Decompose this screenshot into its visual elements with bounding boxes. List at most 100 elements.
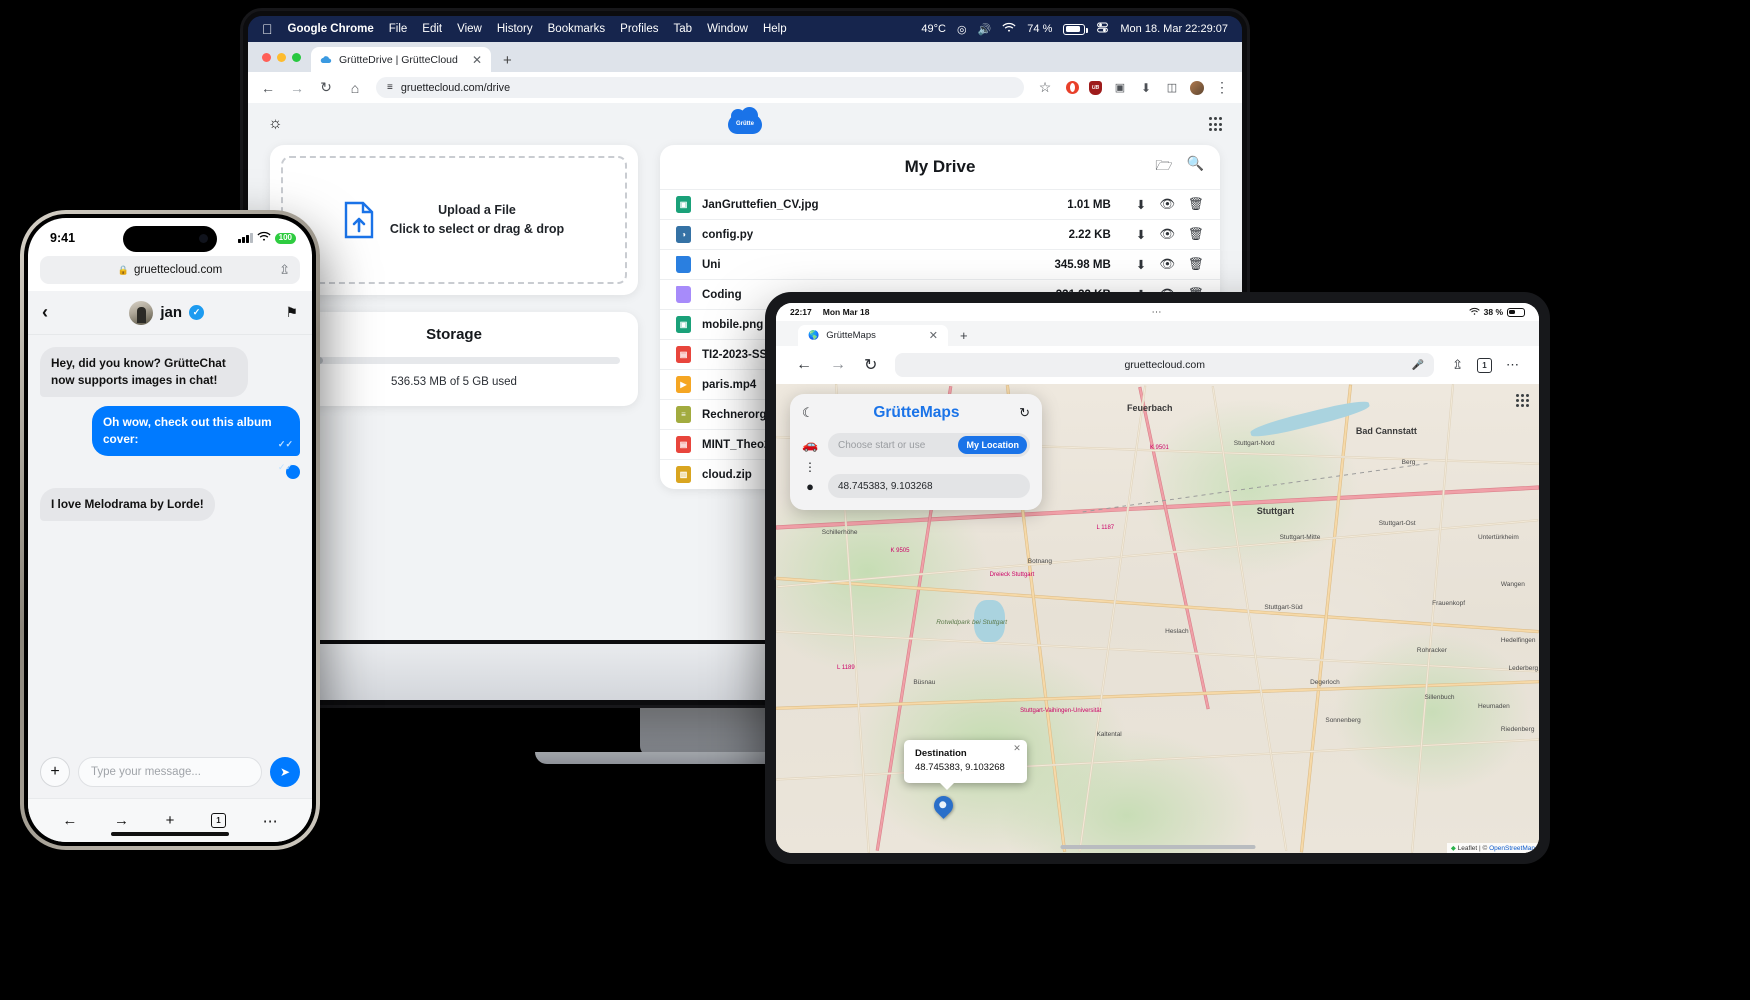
battery-icon[interactable] bbox=[1063, 23, 1088, 35]
tab-count-button[interactable]: 1 bbox=[1477, 357, 1492, 373]
control-center-icon[interactable] bbox=[1096, 21, 1109, 37]
leaflet-link[interactable]: Leaflet bbox=[1458, 845, 1478, 852]
menubar-clock[interactable]: Mon 18. Mar 22:29:07 bbox=[1120, 23, 1228, 35]
close-icon[interactable]: ✕ bbox=[929, 329, 938, 342]
sun-icon[interactable]: ☼ bbox=[268, 115, 283, 133]
map-label: Botnang bbox=[1027, 557, 1052, 565]
reload-icon[interactable]: ↻ bbox=[864, 355, 877, 375]
menu-tab[interactable]: Tab bbox=[674, 23, 693, 35]
address-bar[interactable]: ≡ gruettecloud.com/drive bbox=[376, 77, 1024, 98]
menubar-app-name[interactable]: Google Chrome bbox=[288, 23, 374, 35]
menu-view[interactable]: View bbox=[457, 23, 482, 35]
preview-eye-icon[interactable]: 👁 bbox=[1159, 257, 1175, 272]
upload-dropzone[interactable]: Upload a File Click to select or drag & … bbox=[281, 156, 627, 284]
maximize-window-button[interactable] bbox=[292, 52, 301, 62]
delete-trash-icon[interactable]: 🗑 bbox=[1188, 257, 1204, 272]
plus-icon[interactable]: + bbox=[503, 52, 512, 69]
browser-tab[interactable]: 🌎 GrütteMaps ✕ bbox=[798, 325, 948, 346]
menu-history[interactable]: History bbox=[497, 23, 533, 35]
menu-edit[interactable]: Edit bbox=[422, 23, 442, 35]
opera-extension-icon[interactable] bbox=[1066, 81, 1079, 94]
record-icon[interactable]: ◎ bbox=[957, 23, 967, 36]
upload-card[interactable]: Upload a File Click to select or drag & … bbox=[270, 145, 638, 295]
window-controls[interactable] bbox=[260, 42, 311, 72]
menu-help[interactable]: Help bbox=[763, 23, 787, 35]
menu-window[interactable]: Window bbox=[707, 23, 748, 35]
apple-icon[interactable]:  bbox=[262, 22, 273, 36]
gruettecloud-logo[interactable]: Grütte bbox=[728, 107, 762, 134]
puzzle-icon[interactable]: ▣ bbox=[1112, 80, 1128, 96]
search-icon[interactable]: 🔍 bbox=[1187, 155, 1204, 179]
download-icon[interactable]: ⬇ bbox=[1136, 257, 1146, 272]
volume-icon[interactable]: 🔊 bbox=[978, 23, 992, 36]
safari-address-bar[interactable]: 🔒 gruettecloud.com ⇫ bbox=[40, 256, 300, 284]
back-arrow-icon[interactable]: ← bbox=[260, 80, 276, 96]
chat-contact-block[interactable]: jan ✓ bbox=[57, 300, 276, 325]
forward-arrow-icon[interactable]: → bbox=[830, 356, 846, 374]
delete-trash-icon[interactable]: 🗑 bbox=[1188, 197, 1204, 212]
map-marker-pin[interactable] bbox=[930, 792, 957, 823]
delete-trash-icon[interactable]: 🗑 bbox=[1188, 227, 1204, 242]
forward-arrow-icon[interactable]: → bbox=[289, 80, 305, 96]
location-pin-icon[interactable]: ● bbox=[802, 479, 818, 494]
preview-eye-icon[interactable]: 👁 bbox=[1159, 227, 1175, 242]
apps-grid-icon[interactable] bbox=[1208, 117, 1222, 131]
my-location-button[interactable]: My Location bbox=[958, 436, 1027, 454]
new-folder-icon[interactable]: 🗁 bbox=[1155, 155, 1172, 179]
plus-icon[interactable]: + bbox=[960, 328, 968, 343]
reload-icon[interactable]: ↻ bbox=[318, 79, 334, 96]
more-dots-icon[interactable]: ⋯ bbox=[1506, 357, 1519, 373]
preview-eye-icon[interactable]: 👁 bbox=[1159, 197, 1175, 212]
menu-file[interactable]: File bbox=[389, 23, 408, 35]
leaflet-icon: ◆ bbox=[1450, 845, 1456, 852]
tab-count-button[interactable]: 1 bbox=[211, 813, 226, 828]
download-icon[interactable]: ⬇ bbox=[1136, 227, 1146, 242]
flag-icon[interactable]: ⚑ bbox=[285, 304, 298, 321]
microphone-icon[interactable]: 🎤 bbox=[1412, 360, 1424, 371]
forward-arrow-icon[interactable]: → bbox=[114, 812, 129, 829]
browser-tab[interactable]: GrütteDrive | GrütteCloud ✕ bbox=[311, 47, 491, 72]
table-row[interactable]: Uni 345.98 MB ⬇ 👁 🗑 bbox=[660, 249, 1220, 279]
close-icon[interactable]: ✕ bbox=[472, 54, 482, 66]
tune-icon[interactable]: ≡ bbox=[387, 82, 393, 93]
side-panel-icon[interactable]: ◫ bbox=[1164, 80, 1180, 96]
chat-bubble-image[interactable]: ✓✓ bbox=[278, 462, 300, 480]
table-row[interactable]: ▣ JanGruttefien_CV.jpg 1.01 MB ⬇ 👁 🗑 bbox=[660, 189, 1220, 219]
share-icon[interactable]: ⇫ bbox=[279, 262, 290, 278]
refresh-icon[interactable]: ↻ bbox=[1019, 405, 1030, 421]
wifi-icon[interactable] bbox=[1002, 22, 1016, 36]
download-icon[interactable]: ⬇ bbox=[1138, 80, 1154, 96]
close-icon[interactable]: ✕ bbox=[1013, 743, 1021, 754]
osm-link[interactable]: OpenStreetMap bbox=[1489, 845, 1535, 852]
star-icon[interactable]: ☆ bbox=[1037, 79, 1053, 96]
file-name: Uni bbox=[702, 258, 721, 271]
back-arrow-icon[interactable]: ← bbox=[62, 812, 77, 829]
safari-address-bar[interactable]: gruettecloud.com 🎤 bbox=[895, 353, 1435, 377]
table-row[interactable]: ◑ config.py 2.22 KB ⬇ 👁 🗑 bbox=[660, 219, 1220, 249]
more-dots-icon[interactable]: ⋯ bbox=[263, 812, 278, 830]
message-input[interactable]: Type your message... bbox=[78, 757, 262, 787]
share-icon[interactable]: ⇫ bbox=[1452, 357, 1463, 373]
close-window-button[interactable] bbox=[262, 52, 271, 62]
temperature-status[interactable]: 49°C bbox=[921, 23, 946, 35]
plus-icon[interactable]: + bbox=[166, 812, 175, 829]
start-input[interactable]: Choose start or use My Location bbox=[828, 433, 1030, 457]
send-icon[interactable]: ➤ bbox=[270, 757, 300, 787]
download-icon[interactable]: ⬇ bbox=[1136, 197, 1146, 212]
menu-bookmarks[interactable]: Bookmarks bbox=[548, 23, 606, 35]
menu-profiles[interactable]: Profiles bbox=[620, 23, 658, 35]
avatar-icon[interactable] bbox=[1190, 80, 1204, 95]
minimize-window-button[interactable] bbox=[277, 52, 286, 62]
back-arrow-icon[interactable]: ← bbox=[796, 356, 812, 374]
back-chevron-icon[interactable]: ‹ bbox=[42, 302, 48, 323]
map-canvas[interactable]: Feuerbach Bad Cannstatt Stuttgart-Nord Berg… bbox=[776, 384, 1539, 853]
kebab-menu-icon[interactable]: ⋮ bbox=[1214, 79, 1230, 96]
shield-extension-icon[interactable]: UB bbox=[1089, 80, 1102, 95]
chrome-tabstrip: GrütteDrive | GrütteCloud ✕ + bbox=[248, 42, 1242, 72]
moon-icon[interactable]: ☾ bbox=[802, 405, 814, 421]
car-icon[interactable]: 🚗 bbox=[802, 437, 818, 453]
apps-grid-icon[interactable] bbox=[1515, 394, 1529, 408]
plus-icon[interactable]: + bbox=[40, 757, 70, 787]
home-icon[interactable]: ⌂ bbox=[347, 80, 363, 96]
destination-input[interactable]: 48.745383, 9.103268 bbox=[828, 474, 1030, 499]
